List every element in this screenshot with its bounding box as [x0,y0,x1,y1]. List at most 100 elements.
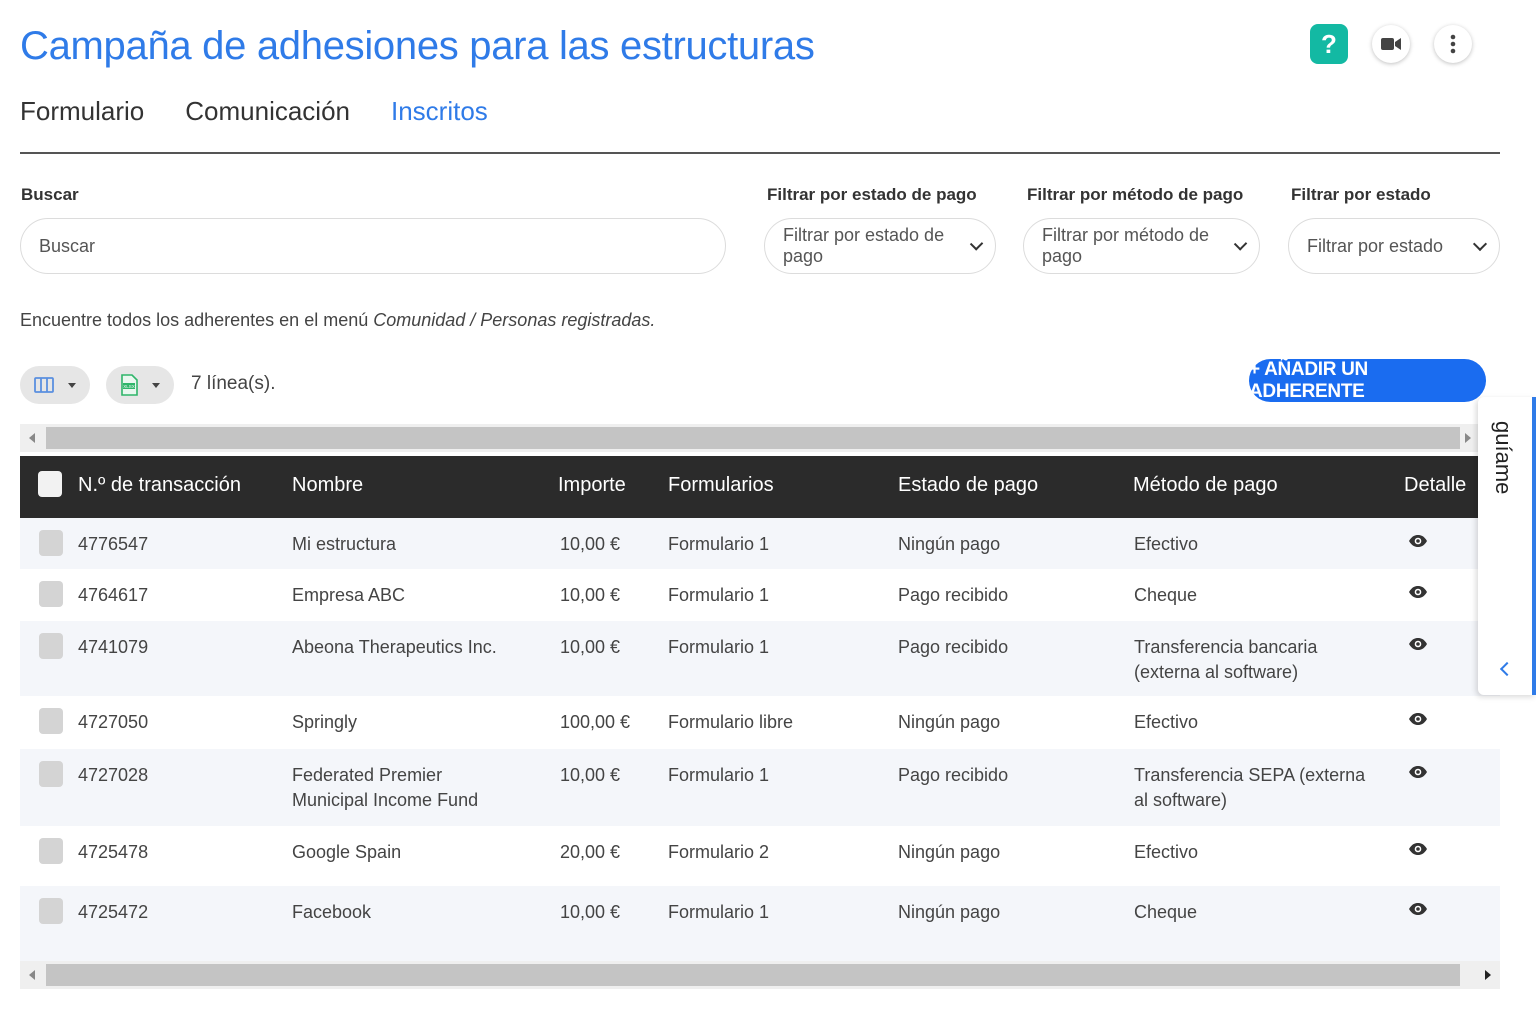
tab-bar: Formulario Comunicación Inscritos [20,96,488,127]
form-cell: Formulario 1 [668,637,770,657]
view-detail-eye-icon[interactable] [1408,637,1428,651]
video-camera-icon [1381,38,1401,50]
add-member-button[interactable]: + AÑADIR UN ADHERENTE [1249,359,1486,402]
scroll-left-icon[interactable] [29,433,35,443]
payment-method-select[interactable]: Filtrar por método de pago [1023,218,1260,274]
row-checkbox[interactable] [39,838,63,864]
scroll-left-icon[interactable] [29,970,35,980]
column-header-forms[interactable]: Formularios [668,474,774,497]
caret-down-icon [152,382,160,388]
search-input[interactable] [20,218,726,274]
column-header-amount[interactable]: Importe [558,474,626,497]
payment-method-cell: Transferencia bancaria (externa al softw… [1134,637,1318,682]
name-cell: Abeona Therapeutics Inc. [292,637,497,657]
view-detail-eye-icon[interactable] [1408,712,1428,726]
chevron-left-icon[interactable] [1499,661,1515,677]
tabs-divider [20,152,1500,154]
status-select[interactable]: Filtrar por estado [1288,218,1500,274]
name-cell: Google Spain [292,842,402,862]
form-cell: Formulario 1 [668,902,770,922]
view-detail-eye-icon[interactable] [1408,765,1428,779]
table-row[interactable]: 4725472 Facebook 10,00 € Formulario 1 Ningún… [20,886,1500,963]
tab-inscritos[interactable]: Inscritos [391,96,488,127]
row-checkbox[interactable] [39,898,63,924]
scrollbar-thumb[interactable] [46,427,1460,449]
amount-cell: 10,00 € [560,765,621,785]
table-header: N.º de transacción Nombre Importe Formul… [20,456,1480,518]
bottom-horizontal-scrollbar[interactable] [20,961,1500,989]
row-checkbox[interactable] [39,761,63,787]
svg-text:XLSX: XLSX [123,384,135,389]
amount-cell: 10,00 € [560,534,621,554]
export-button[interactable]: XLSX [106,366,174,404]
more-options-button[interactable] [1434,25,1472,63]
payment-status-filter-label: Filtrar por estado de pago [767,185,977,204]
payment-status-select[interactable]: Filtrar por estado de pago [764,218,996,274]
payment-status-cell: Ningún pago [898,902,1001,922]
view-detail-eye-icon[interactable] [1408,585,1428,599]
transaction-id-cell: 4727028 [78,765,149,785]
table-row[interactable]: 4764617 Empresa ABC 10,00 € Formulario 1 Pag… [20,569,1500,621]
info-menu-path: Comunidad / Personas registradas. [373,310,656,330]
tab-formulario[interactable]: Formulario [20,96,144,127]
form-cell: Formulario libre [668,712,794,732]
select-all-checkbox[interactable] [38,471,62,497]
row-checkbox[interactable] [39,530,63,556]
amount-cell: 10,00 € [560,902,621,922]
payment-status-cell: Ningún pago [898,712,1001,732]
payment-method-cell: Transferencia SEPA (externa al software) [1134,765,1366,810]
top-horizontal-scrollbar[interactable] [20,424,1480,452]
view-detail-eye-icon[interactable] [1408,842,1428,856]
row-checkbox[interactable] [39,633,63,659]
chevron-down-icon [1472,236,1488,251]
help-button[interactable]: ? [1310,24,1348,64]
row-checkbox[interactable] [39,581,63,607]
payment-status-cell: Pago recibido [898,637,1009,657]
table-row[interactable]: 4776547 Mi estructura 10,00 € Formulario 1 N… [20,518,1500,569]
table-row[interactable]: 4741079 Abeona Therapeutics Inc. 10,00 € Fo… [20,621,1500,696]
payment-status-cell: Ningún pago [898,534,1001,554]
payment-method-cell: Efectivo [1134,842,1199,862]
table-row[interactable]: 4727028 Federated Premier Municipal Incom… [20,749,1500,826]
more-vertical-icon [1450,34,1456,54]
transaction-id-cell: 4725472 [78,902,149,922]
form-cell: Formulario 2 [668,842,770,862]
top-actions: ? [1310,24,1472,64]
tab-comunicacion[interactable]: Comunicación [185,96,350,127]
name-cell: Springly [292,712,358,732]
column-header-detail: Detalle [1404,474,1467,496]
guide-panel-tab[interactable]: guíame [1478,397,1536,695]
scrollbar-thumb[interactable] [46,964,1460,986]
form-cell: Formulario 1 [668,585,770,605]
columns-toggle-button[interactable] [20,366,90,404]
view-detail-eye-icon[interactable] [1408,534,1428,548]
name-cell: Mi estructura [292,534,397,554]
payment-method-cell: Efectivo [1134,534,1199,554]
transaction-id-cell: 4776547 [78,534,149,554]
payment-method-select-value: Filtrar por método de pago [1042,225,1210,266]
row-checkbox[interactable] [39,708,63,734]
members-table: N.º de transacción Nombre Importe Formul… [20,456,1500,963]
info-text: Encuentre todos los adherentes en el men… [20,310,655,331]
columns-icon [34,377,54,393]
column-header-payment-method[interactable]: Método de pago [1133,474,1278,497]
payment-status-cell: Pago recibido [898,585,1009,605]
column-header-payment-status[interactable]: Estado de pago [898,474,1038,497]
amount-cell: 10,00 € [560,637,621,657]
amount-cell: 10,00 € [560,585,621,605]
table-row[interactable]: 4727050 Springly 100,00 € Formulario libre N… [20,696,1500,749]
form-cell: Formulario 1 [668,534,770,554]
scroll-right-icon[interactable] [1465,433,1471,443]
line-count: 7 línea(s). [191,373,276,394]
view-detail-eye-icon[interactable] [1408,902,1428,916]
name-cell: Facebook [292,902,372,922]
column-header-transaction[interactable]: N.º de transacción [78,474,241,497]
column-header-name[interactable]: Nombre [292,474,363,497]
xlsx-file-icon: XLSX [121,374,138,396]
table-row[interactable]: 4725478 Google Spain 20,00 € Formulario 2 Ni… [20,826,1500,886]
scroll-right-icon[interactable] [1485,970,1491,980]
payment-status-cell: Pago recibido [898,765,1009,785]
video-button[interactable] [1372,25,1410,63]
transaction-id-cell: 4764617 [78,585,149,605]
help-icon: ? [1321,28,1337,59]
